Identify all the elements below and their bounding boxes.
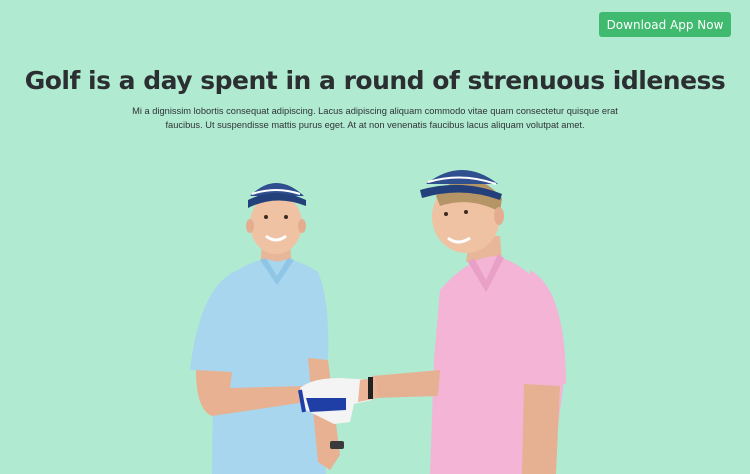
hero-photo — [190, 170, 566, 474]
golfer-right — [372, 170, 566, 474]
golfer-left — [190, 183, 344, 474]
